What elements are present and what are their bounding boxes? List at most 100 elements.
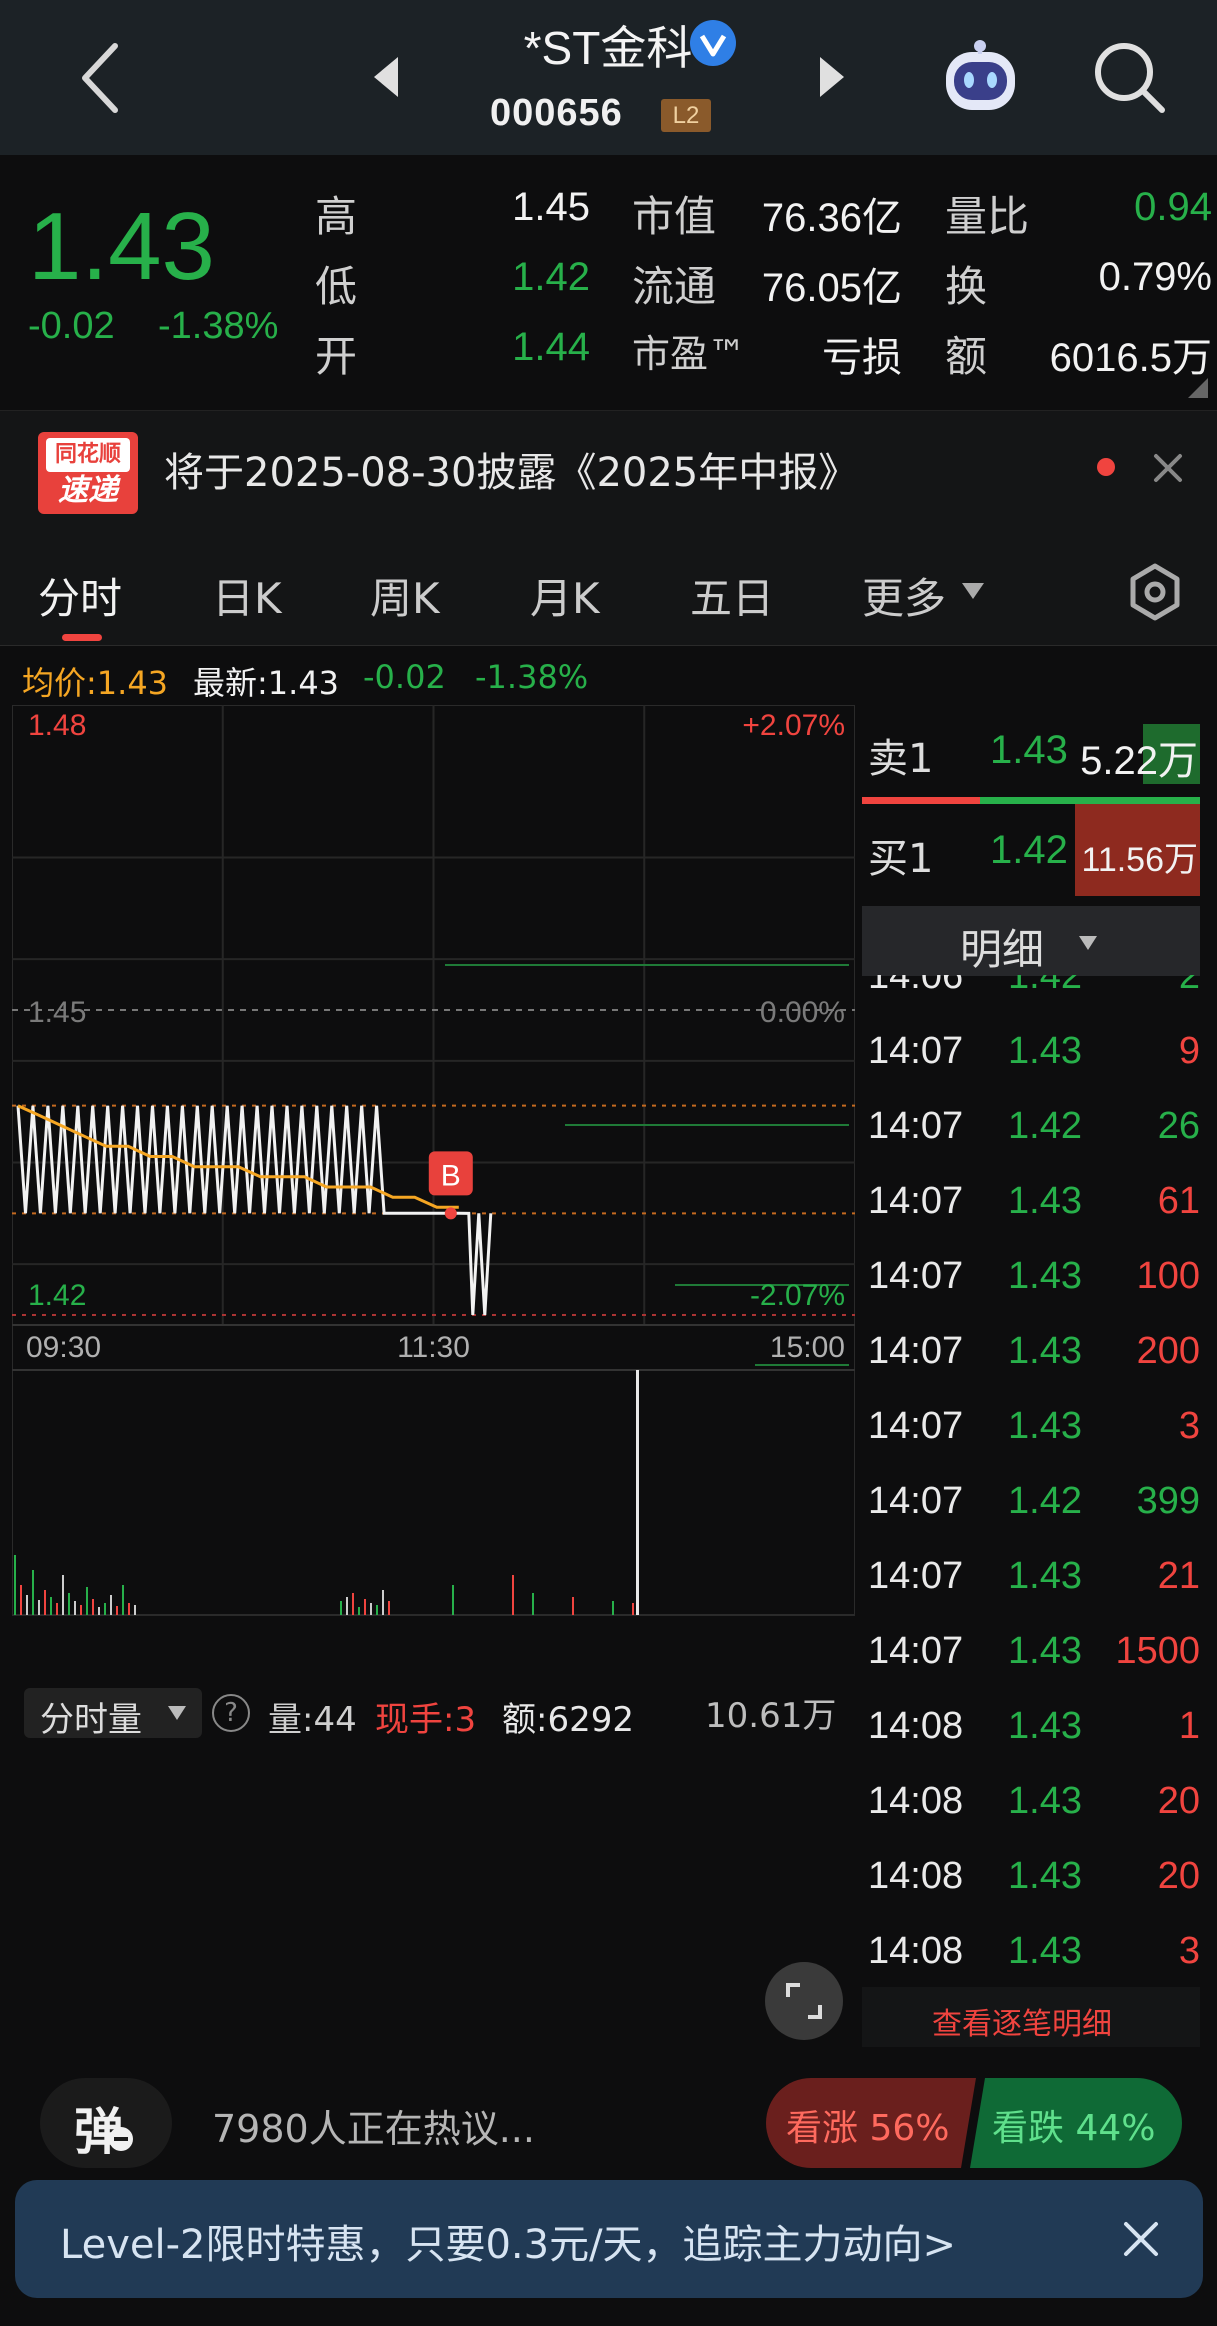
tick-detail-list[interactable]: 14:06 1.42 2 14:07 1.43 9 14:07 1.42 26 14:07 1.43… — [862, 975, 1200, 1987]
tick-price: 1.43 — [1008, 1780, 1082, 1822]
fullscreen-button[interactable] — [765, 1962, 843, 2040]
tick-price: 1.42 — [1008, 1480, 1082, 1522]
volume-bar — [632, 1603, 634, 1615]
volume-bar — [32, 1570, 34, 1615]
tab-monthly-k[interactable]: 月K — [530, 565, 600, 626]
tick-time: 14:07 — [868, 1405, 964, 1447]
ai-assistant-robot-icon[interactable] — [938, 38, 1023, 118]
market-cap-value: 76.36亿 — [761, 196, 902, 240]
price-change-percent: -1.38% — [158, 305, 279, 347]
tab-daily-k[interactable]: 日K — [212, 565, 282, 626]
info-change: -0.02 — [363, 658, 446, 696]
ask-volume: 5.22万 — [1080, 739, 1198, 783]
volume-spike — [636, 1370, 639, 1615]
tab-intraday[interactable]: 分时 — [38, 565, 122, 626]
tick-volume: 61 — [1157, 1180, 1200, 1222]
view-all-ticks-link[interactable]: 查看逐笔明细 — [862, 1987, 1200, 2047]
y-tick-left: 1.45 — [28, 996, 86, 1029]
volume-bar — [26, 1595, 28, 1615]
volume-bar — [50, 1597, 52, 1615]
unread-dot — [1097, 458, 1115, 476]
high-label: 高 — [315, 192, 358, 241]
volume-bar — [388, 1601, 390, 1615]
x-tick: 09:30 — [26, 1331, 101, 1364]
open-label: 开 — [315, 332, 358, 381]
pe-label: 市盈™ — [632, 332, 747, 376]
tick-time: 14:07 — [868, 1480, 964, 1522]
back-arrow-icon[interactable] — [70, 38, 130, 118]
chart-settings-icon[interactable] — [1125, 562, 1185, 622]
ask-row[interactable]: 卖1 1.43 5.22万 — [862, 720, 1200, 784]
tonghuashun-express-logo: 同花顺 速递 — [38, 432, 138, 514]
tick-volume: 1500 — [1115, 1630, 1200, 1672]
close-promo-icon[interactable] — [1120, 2218, 1162, 2260]
amount-value: 6016.5万 — [1049, 336, 1212, 380]
low-label: 低 — [315, 262, 358, 311]
tick-volume: 21 — [1157, 1555, 1200, 1597]
trade-marker-dot — [444, 1207, 457, 1220]
tick-row: 14:08 1.43 3 — [868, 1918, 1200, 1987]
tick-price: 1.43 — [1008, 1330, 1082, 1372]
volume-bar — [56, 1603, 58, 1615]
tick-row: 14:08 1.43 20 — [868, 1843, 1200, 1918]
volume-bar — [104, 1603, 106, 1615]
bid-volume: 11.56万 — [1081, 841, 1198, 879]
volume-max-value: 10.61万 — [705, 1696, 837, 1736]
more-dropdown-icon[interactable] — [960, 580, 986, 602]
volume-bar — [370, 1603, 372, 1615]
tick-price: 1.43 — [1008, 1930, 1082, 1972]
intraday-chart[interactable]: B 1.48 1.45 1.42 +2.07% 0.00% -2.07% 09:30 11:30… — [12, 705, 855, 1617]
volume-bar — [98, 1607, 100, 1615]
tick-time: 14:07 — [868, 1555, 964, 1597]
detail-header[interactable]: 明细 — [862, 906, 1200, 976]
float-cap-value: 76.05亿 — [761, 266, 902, 310]
bid-row[interactable]: 买1 1.42 11.56万 — [862, 804, 1200, 896]
close-news-icon[interactable] — [1148, 448, 1188, 488]
volume-type-label: 分时量 — [40, 1700, 142, 1740]
tick-volume: 20 — [1157, 1855, 1200, 1897]
tick-row: 14:08 1.43 1 — [868, 1693, 1200, 1768]
fullscreen-icon — [786, 1983, 822, 2019]
bid-price: 1.42 — [990, 828, 1068, 872]
tick-row: 14:07 1.42 399 — [868, 1468, 1200, 1543]
tick-price: 1.43 — [1008, 1705, 1082, 1747]
bid-ratio-fill — [862, 797, 980, 804]
discussion-count-text[interactable]: 7980人正在热议... — [212, 2098, 535, 2153]
tick-time: 14:06 — [868, 975, 964, 997]
verified-badge-icon[interactable] — [688, 18, 738, 68]
stock-name: *ST金科 — [523, 22, 693, 74]
volume-type-selector[interactable]: 分时量 — [24, 1688, 202, 1740]
tick-volume: 3 — [1178, 1930, 1200, 1972]
volume-amount-value: 额:6292 — [502, 1700, 634, 1740]
expand-corner-icon[interactable] — [1188, 378, 1208, 398]
tick-volume: 26 — [1157, 1105, 1200, 1147]
next-stock-icon[interactable] — [818, 55, 848, 100]
chart-marks — [14, 964, 849, 1615]
x-tick: 11:30 — [397, 1331, 470, 1364]
danmu-toggle-button[interactable]: 弹 — [40, 2078, 172, 2168]
tick-time: 14:07 — [868, 1105, 964, 1147]
promo-text[interactable]: Level-2限时特惠，只要0.3元/天，追踪主力动向> — [60, 2212, 956, 2270]
detail-label: 明细 — [960, 925, 1045, 974]
news-text[interactable]: 将于2025-08-30披露《2025年中报》 — [164, 440, 858, 498]
volume-bar — [62, 1575, 64, 1615]
turnover-value: 0.79% — [1098, 255, 1212, 299]
info-change-percent: -1.38% — [475, 658, 589, 696]
vote-bearish-label[interactable]: 看跌 44% — [992, 2099, 1155, 2151]
tick-time: 14:08 — [868, 1930, 964, 1972]
previous-stock-icon[interactable] — [370, 55, 400, 100]
bid-label: 买1 — [868, 836, 934, 882]
tick-row: 14:07 1.43 21 — [868, 1543, 1200, 1618]
help-icon[interactable]: ? — [212, 1694, 250, 1732]
volume-bar — [110, 1595, 112, 1615]
search-icon[interactable] — [1090, 38, 1170, 118]
vote-bullish-label[interactable]: 看涨 56% — [786, 2099, 949, 2151]
tick-row: 14:07 1.43 61 — [868, 1168, 1200, 1243]
tick-row: 14:07 1.43 1500 — [868, 1618, 1200, 1693]
volume-bar — [452, 1585, 454, 1615]
tab-more[interactable]: 更多 — [862, 565, 946, 626]
tab-five-day[interactable]: 五日 — [690, 565, 774, 626]
level-badge: L2 — [661, 99, 711, 132]
tab-weekly-k[interactable]: 周K — [370, 565, 440, 626]
tick-volume: 399 — [1136, 1480, 1200, 1522]
